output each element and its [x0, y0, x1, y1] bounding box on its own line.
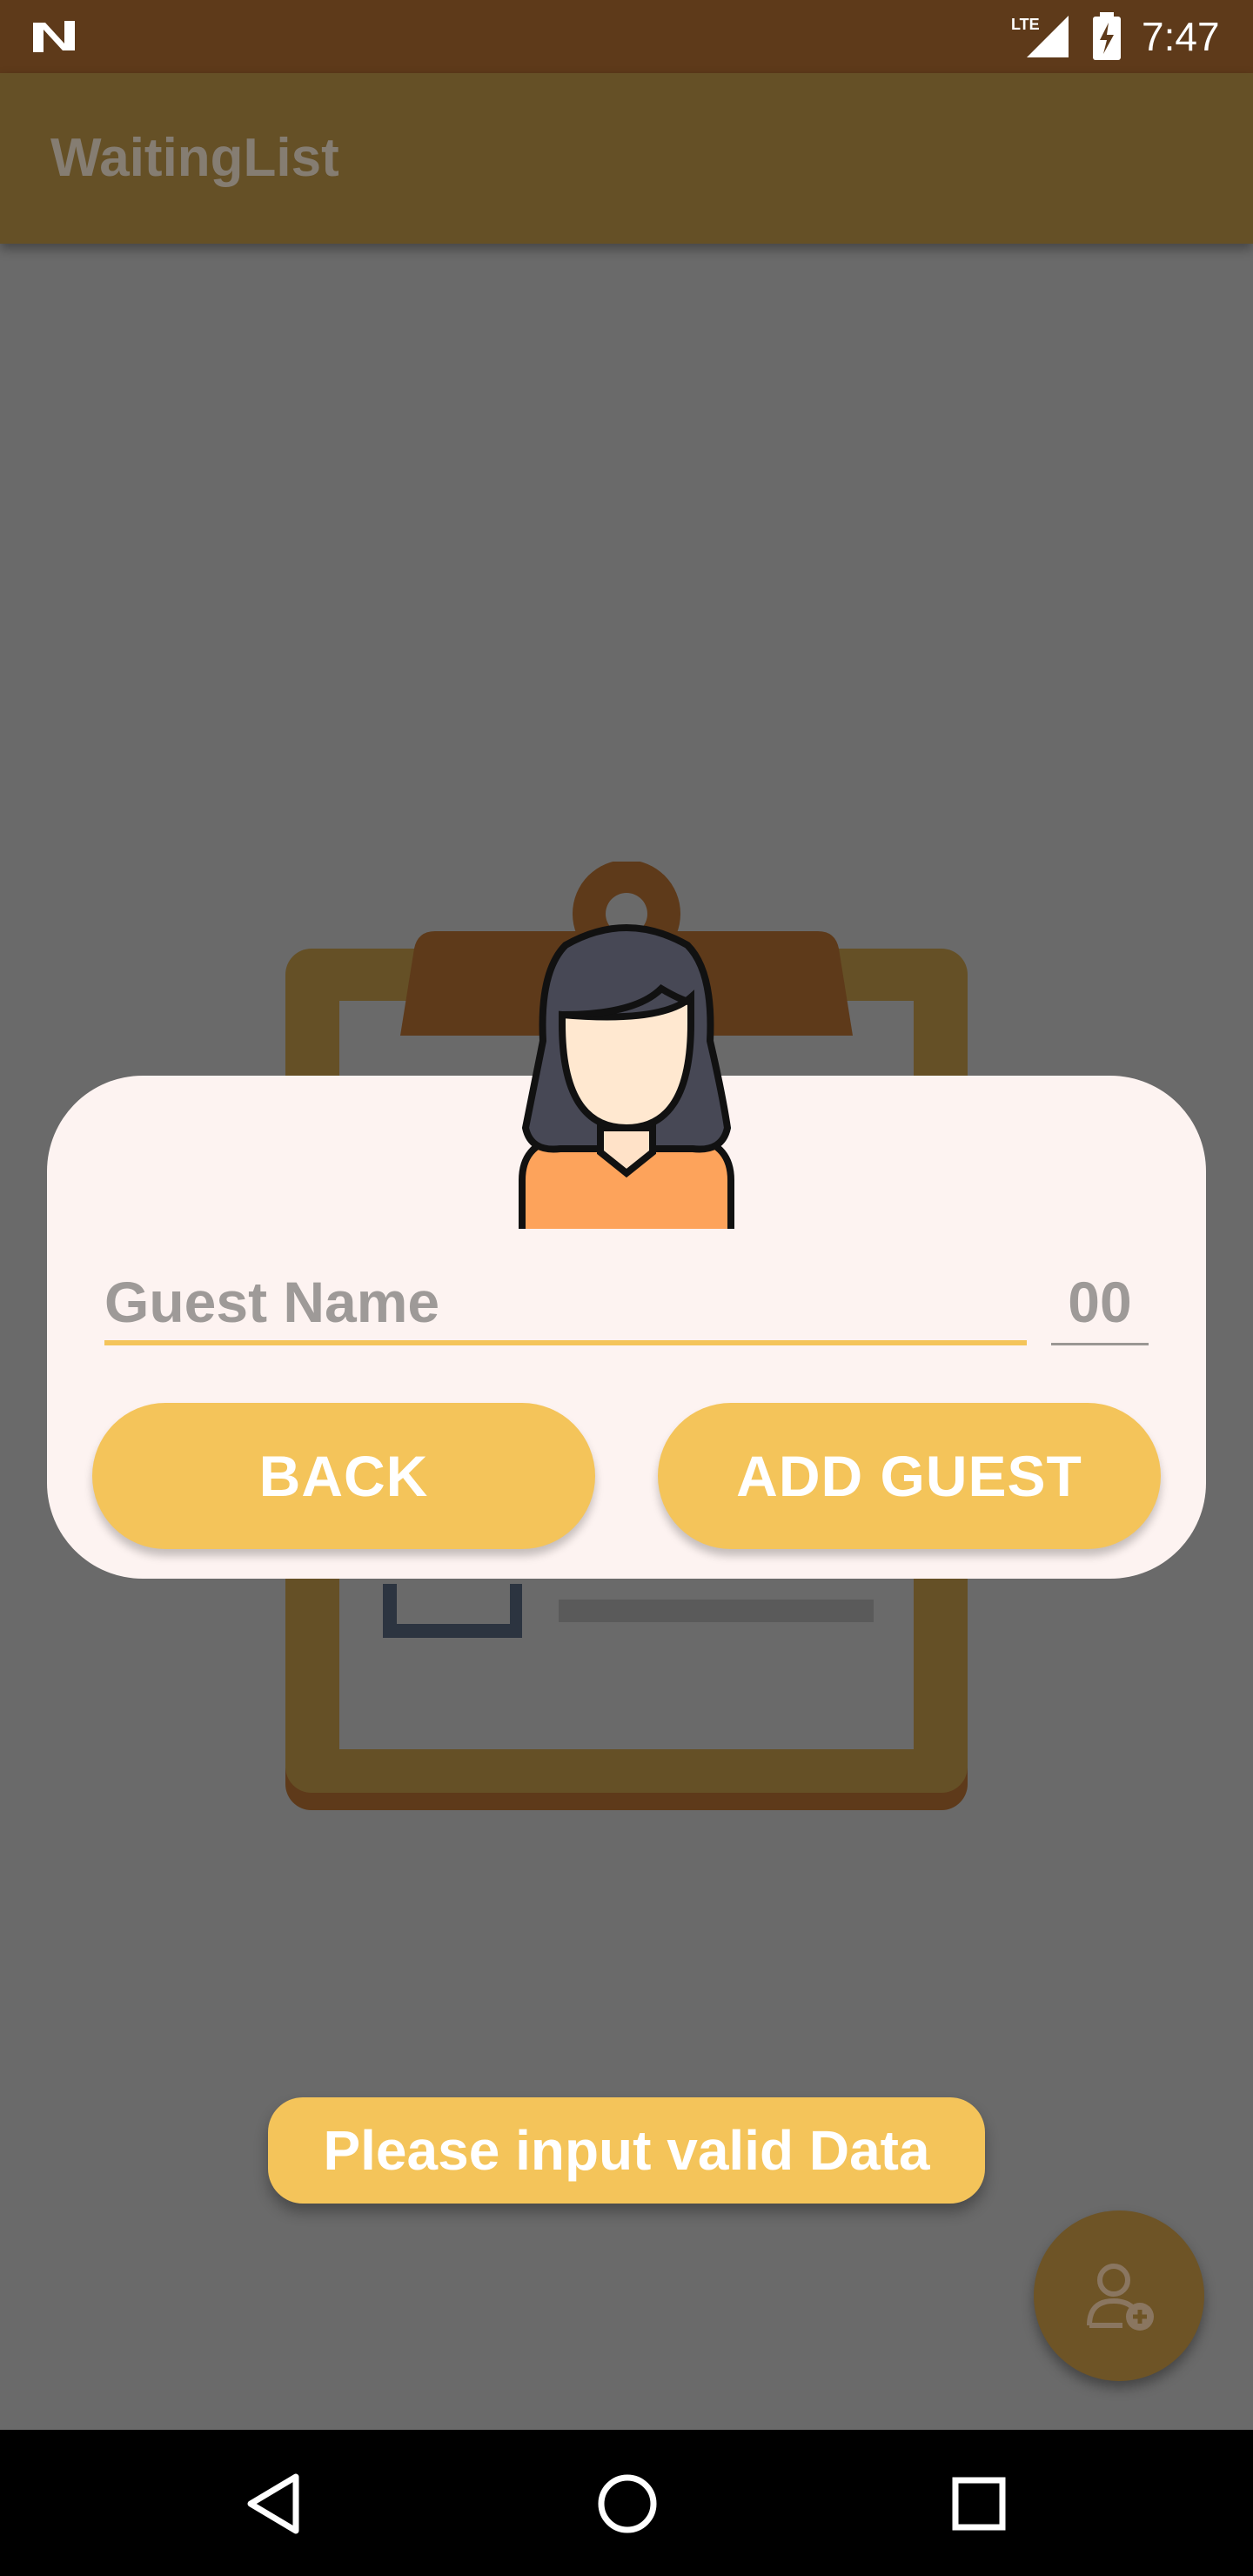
home-circle-icon[interactable] [588, 2465, 667, 2543]
add-person-fab[interactable] [1034, 2210, 1204, 2381]
recents-square-icon[interactable] [940, 2465, 1018, 2543]
app-bar: WaitingList [0, 73, 1253, 244]
app-title: WaitingList [50, 128, 339, 188]
navigation-bar [0, 2430, 1253, 2576]
notification-n-icon [33, 21, 75, 52]
lte-signal-icon: LTE [1011, 16, 1069, 57]
lte-label: LTE [1011, 16, 1040, 33]
clock: 7:47 [1142, 14, 1220, 59]
guest-count-input[interactable]: 00 [1051, 1258, 1149, 1345]
guest-name-input[interactable]: Guest Name [104, 1258, 1027, 1345]
woman-avatar-icon [519, 924, 734, 1229]
add-person-icon [1087, 2264, 1154, 2331]
back-triangle-icon[interactable] [235, 2465, 313, 2543]
battery-charging-icon [1093, 12, 1121, 60]
back-button[interactable]: BACK [92, 1403, 595, 1549]
add-guest-button[interactable]: ADD GUEST [658, 1403, 1161, 1549]
status-bar: LTE 7:47 [0, 0, 1253, 73]
toast-message: Please input valid Data [268, 2097, 985, 2204]
